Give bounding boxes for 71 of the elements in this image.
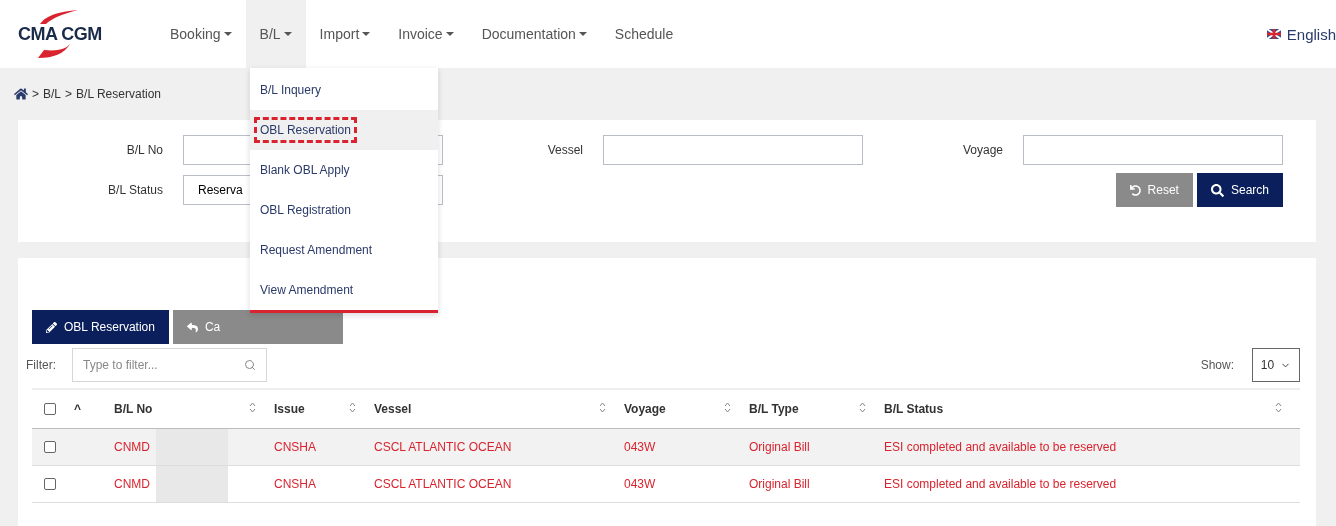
logo[interactable]: CMA CGM — [18, 23, 102, 45]
column-header[interactable]: Voyage — [624, 402, 666, 416]
table-cell: Original Bill — [749, 440, 810, 454]
table-cell: ESI completed and available to be reserved — [884, 477, 1117, 491]
menu-item[interactable]: B/L Inquery — [250, 70, 438, 110]
language-selector[interactable]: English — [1266, 25, 1336, 43]
field-label: B/L Status — [108, 183, 163, 197]
pencil-icon — [46, 321, 57, 333]
menu-item[interactable]: View Amendment — [250, 270, 438, 310]
table-cell: CNSHA — [274, 440, 316, 454]
sort-icon[interactable] — [724, 402, 731, 413]
table-cell: Original Bill — [749, 477, 810, 491]
reservation-button[interactable]: OBL Reservation — [32, 310, 169, 344]
table-cell: ESI completed and available to be reserved — [884, 440, 1117, 454]
menu-item-label: Blank OBL Apply — [259, 162, 351, 179]
table-cell: CSCL ATLANTIC OCEAN — [374, 440, 512, 454]
column-header[interactable]: B/L Status — [884, 402, 944, 416]
table-cell: 043W — [624, 477, 656, 491]
search-icon — [244, 359, 256, 371]
nav-menu-item[interactable]: Documentation — [467, 0, 601, 68]
breadcrumb-item[interactable]: B/L — [43, 87, 62, 101]
breadcrumb-separator: > — [32, 87, 39, 101]
column-header[interactable]: Issue — [274, 402, 305, 416]
menu-item-label: View Amendment — [259, 282, 355, 299]
filter-label: Filter: — [26, 358, 56, 372]
nav-menu-item[interactable]: Booking — [156, 0, 246, 68]
checkbox[interactable] — [44, 441, 56, 453]
sort-icon[interactable] — [249, 402, 256, 413]
home-icon[interactable] — [14, 87, 28, 101]
menu-item-label: OBL Reservation — [254, 117, 357, 143]
nav-menu-item[interactable]: Import — [305, 0, 385, 68]
menu-item[interactable]: OBL Reservation — [250, 110, 438, 150]
menu-item[interactable]: Request Amendment — [250, 230, 438, 270]
show-label: Show: — [1200, 358, 1234, 372]
field-label: Vessel — [547, 143, 583, 157]
column-header[interactable]: Vessel — [374, 402, 412, 416]
checkbox[interactable] — [44, 403, 56, 415]
page-size-select[interactable]: 10 — [1252, 348, 1300, 382]
flag-icon — [1266, 29, 1281, 39]
field-label: Voyage — [962, 143, 1003, 157]
filter-field[interactable]: Type to filter... — [72, 348, 267, 382]
table-cell: CNMD — [114, 440, 150, 454]
column-header[interactable]: B/L Type — [749, 402, 799, 416]
nav-menu-item[interactable]: Schedule — [600, 0, 688, 68]
table-cell: CNSHA — [274, 477, 316, 491]
sort-icon[interactable] — [859, 402, 866, 413]
reset-icon — [1129, 184, 1141, 196]
table-cell: 043W — [624, 440, 656, 454]
search-icon — [1210, 183, 1224, 197]
reply-icon — [186, 321, 198, 333]
sort-icon[interactable] — [1275, 402, 1282, 413]
checkbox[interactable] — [44, 478, 56, 490]
menu-item[interactable]: Blank OBL Apply — [250, 150, 438, 190]
input-field[interactable] — [1023, 135, 1283, 165]
menu-item-label: B/L Inquery — [259, 82, 322, 99]
menu-item-label: OBL Registration — [259, 202, 352, 219]
table-cell: CNMD — [114, 477, 150, 491]
nav-menu-item[interactable]: B/L — [245, 0, 306, 68]
sort-icon[interactable] — [599, 402, 606, 413]
menu-item[interactable]: OBL Registration — [250, 190, 438, 230]
nav-menu-item[interactable]: Invoice — [384, 0, 468, 68]
breadcrumb-item: B/L Reservation — [76, 87, 161, 101]
menu-item-label: Request Amendment — [259, 242, 374, 259]
table-cell: CSCL ATLANTIC OCEAN — [374, 477, 512, 491]
sort-indicator[interactable]: ^ — [74, 402, 81, 416]
sort-icon[interactable] — [349, 402, 356, 413]
breadcrumb-separator: > — [65, 87, 73, 101]
search-button[interactable]: Search — [1196, 173, 1283, 207]
field-label: B/L No — [126, 143, 163, 157]
column-header[interactable]: B/L No — [114, 402, 153, 416]
input-field[interactable] — [603, 135, 863, 165]
